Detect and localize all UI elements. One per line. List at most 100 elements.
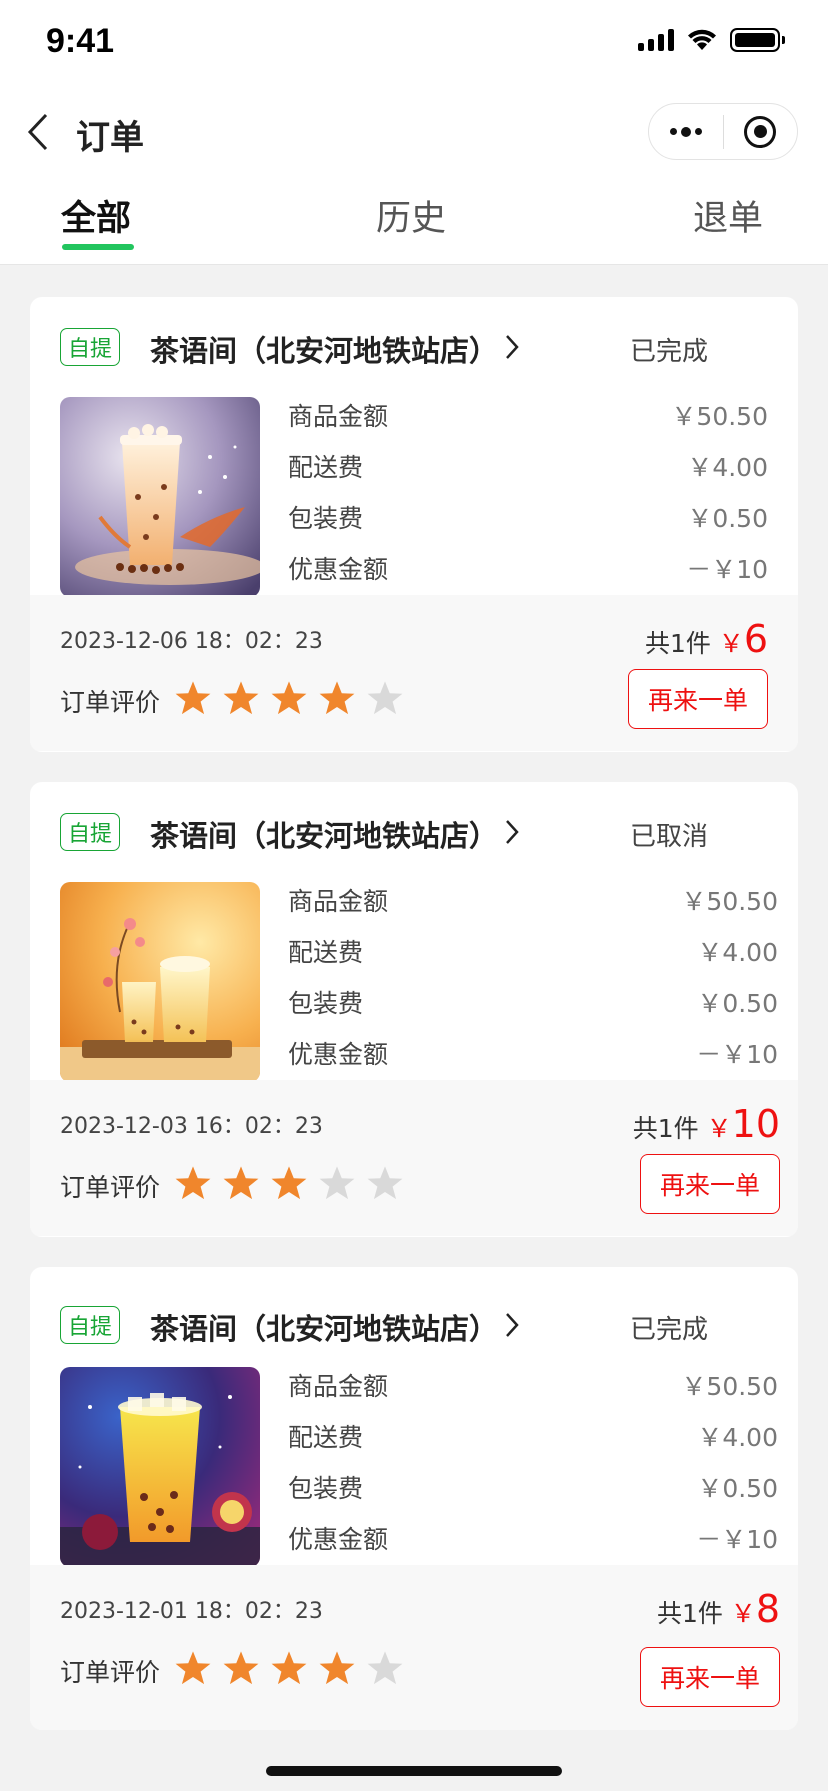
order-time: 2023-12-03 16：02：23	[60, 1114, 323, 1139]
currency-symbol: ￥	[718, 629, 744, 658]
header: 9:41 订单 全部 历史 退单	[0, 0, 828, 265]
fee-label: 配送费	[288, 938, 364, 967]
fee-label: 优惠金额	[288, 1040, 389, 1069]
order-total: 共1件 ￥8	[657, 1587, 780, 1631]
status-time: 9:41	[46, 22, 115, 60]
fee-label: 优惠金额	[288, 1525, 389, 1554]
back-chevron-icon[interactable]	[24, 110, 54, 154]
pickup-badge: 自提	[60, 813, 120, 851]
tab-active-indicator	[62, 244, 134, 250]
product-image	[60, 1367, 260, 1567]
fee-value: －￥10	[696, 1040, 778, 1069]
fee-label: 包装费	[288, 989, 364, 1018]
product-image	[60, 397, 260, 597]
rating-label: 订单评价	[60, 1173, 161, 1202]
total-amount: 6	[743, 617, 768, 661]
tab-refund[interactable]: 退单	[693, 190, 763, 241]
pickup-badge: 自提	[60, 1306, 120, 1344]
order-card: 自提 茶语间（北安河地铁站店） 已取消 商品金额 ￥50.50 配送费 ￥4.0…	[30, 782, 798, 1237]
item-count: 共1件	[632, 1114, 699, 1143]
order-header[interactable]: 自提 茶语间（北安河地铁站店） 已取消	[30, 782, 798, 878]
fee-value: ￥50.50	[681, 887, 778, 916]
fee-value: ￥4.00	[687, 453, 768, 482]
fee-value: ￥4.00	[697, 938, 778, 967]
chevron-right-icon	[506, 820, 519, 844]
star-icon[interactable]	[174, 1649, 212, 1687]
order-footer: 2023-12-03 16：02：23 共1件 ￥10 订单评价 再来一单	[30, 1080, 798, 1236]
order-status: 已完成	[630, 1315, 709, 1345]
shop-name[interactable]: 茶语间（北安河地铁站店）	[150, 813, 498, 855]
star-icon[interactable]	[174, 1164, 212, 1202]
star-icon[interactable]	[366, 679, 404, 717]
star-icon[interactable]	[318, 679, 356, 717]
status-icons	[638, 28, 785, 52]
star-icon[interactable]	[366, 1164, 404, 1202]
reorder-button[interactable]: 再来一单	[640, 1647, 780, 1707]
fee-label: 配送费	[288, 1423, 364, 1452]
total-amount: 8	[755, 1587, 780, 1631]
fee-label: 配送费	[288, 453, 364, 482]
rating-stars	[174, 679, 404, 717]
chevron-right-icon	[506, 1313, 519, 1337]
cellular-signal-icon	[638, 29, 674, 51]
target-icon[interactable]	[724, 104, 798, 159]
fee-label: 优惠金额	[288, 555, 389, 584]
rating-stars	[174, 1649, 404, 1687]
star-icon[interactable]	[318, 1649, 356, 1687]
fee-value: ￥50.50	[671, 402, 768, 431]
currency-symbol: ￥	[730, 1599, 756, 1628]
home-indicator	[266, 1766, 562, 1776]
fee-label: 商品金额	[288, 1372, 389, 1401]
order-header[interactable]: 自提 茶语间（北安河地铁站店） 已完成	[30, 1275, 798, 1371]
rating-stars	[174, 1164, 404, 1202]
fee-value: －￥10	[696, 1525, 778, 1554]
navbar: 订单	[0, 96, 828, 168]
currency-symbol: ￥	[706, 1114, 732, 1143]
rating-label: 订单评价	[60, 688, 161, 717]
reorder-button[interactable]: 再来一单	[628, 669, 768, 729]
star-icon[interactable]	[222, 1164, 260, 1202]
fee-value: ￥0.50	[697, 989, 778, 1018]
page-title: 订单	[76, 118, 144, 158]
order-total: 共1件 ￥10	[633, 1102, 780, 1146]
shop-name[interactable]: 茶语间（北安河地铁站店）	[150, 1306, 498, 1348]
fee-value: ￥4.00	[697, 1423, 778, 1452]
battery-icon	[730, 28, 785, 52]
star-icon[interactable]	[270, 679, 308, 717]
fee-label: 商品金额	[288, 887, 389, 916]
order-time: 2023-12-06 18：02：23	[60, 629, 323, 654]
fee-label: 包装费	[288, 1474, 364, 1503]
order-status: 已完成	[630, 337, 709, 367]
more-dots-icon[interactable]	[649, 104, 723, 159]
star-icon[interactable]	[174, 679, 212, 717]
fee-value: ￥0.50	[697, 1474, 778, 1503]
wifi-icon	[688, 29, 716, 50]
product-image	[60, 882, 260, 1082]
order-card: 自提 茶语间（北安河地铁站店） 已完成 商品金额 ￥50.50 配送费 ￥4.0…	[30, 1267, 798, 1730]
star-icon[interactable]	[366, 1649, 404, 1687]
order-card: 自提 茶语间（北安河地铁站店） 已完成 商品金额 ￥50.50 配送费 ￥4.0…	[30, 297, 798, 752]
order-status: 已取消	[630, 822, 709, 852]
fee-value: －￥10	[686, 555, 768, 584]
fee-value: ￥0.50	[687, 504, 768, 533]
chevron-right-icon	[506, 335, 519, 359]
fee-value: ￥50.50	[681, 1372, 778, 1401]
order-time: 2023-12-01 18：02：23	[60, 1599, 323, 1624]
star-icon[interactable]	[270, 1164, 308, 1202]
rating-label: 订单评价	[60, 1658, 161, 1687]
order-header[interactable]: 自提 茶语间（北安河地铁站店） 已完成	[30, 297, 798, 393]
shop-name[interactable]: 茶语间（北安河地铁站店）	[150, 328, 498, 370]
order-footer: 2023-12-06 18：02：23 共1件 ￥6 订单评价 再来一单	[30, 595, 798, 751]
total-amount: 10	[731, 1102, 780, 1146]
star-icon[interactable]	[222, 679, 260, 717]
tab-history[interactable]: 历史	[376, 190, 446, 241]
tab-all[interactable]: 全部	[61, 190, 131, 241]
reorder-button[interactable]: 再来一单	[640, 1154, 780, 1214]
star-icon[interactable]	[318, 1164, 356, 1202]
star-icon[interactable]	[222, 1649, 260, 1687]
fee-label: 包装费	[288, 504, 364, 533]
star-icon[interactable]	[270, 1649, 308, 1687]
item-count: 共1件	[656, 1599, 723, 1628]
order-total: 共1件 ￥6	[645, 617, 768, 661]
fee-label: 商品金额	[288, 402, 389, 431]
